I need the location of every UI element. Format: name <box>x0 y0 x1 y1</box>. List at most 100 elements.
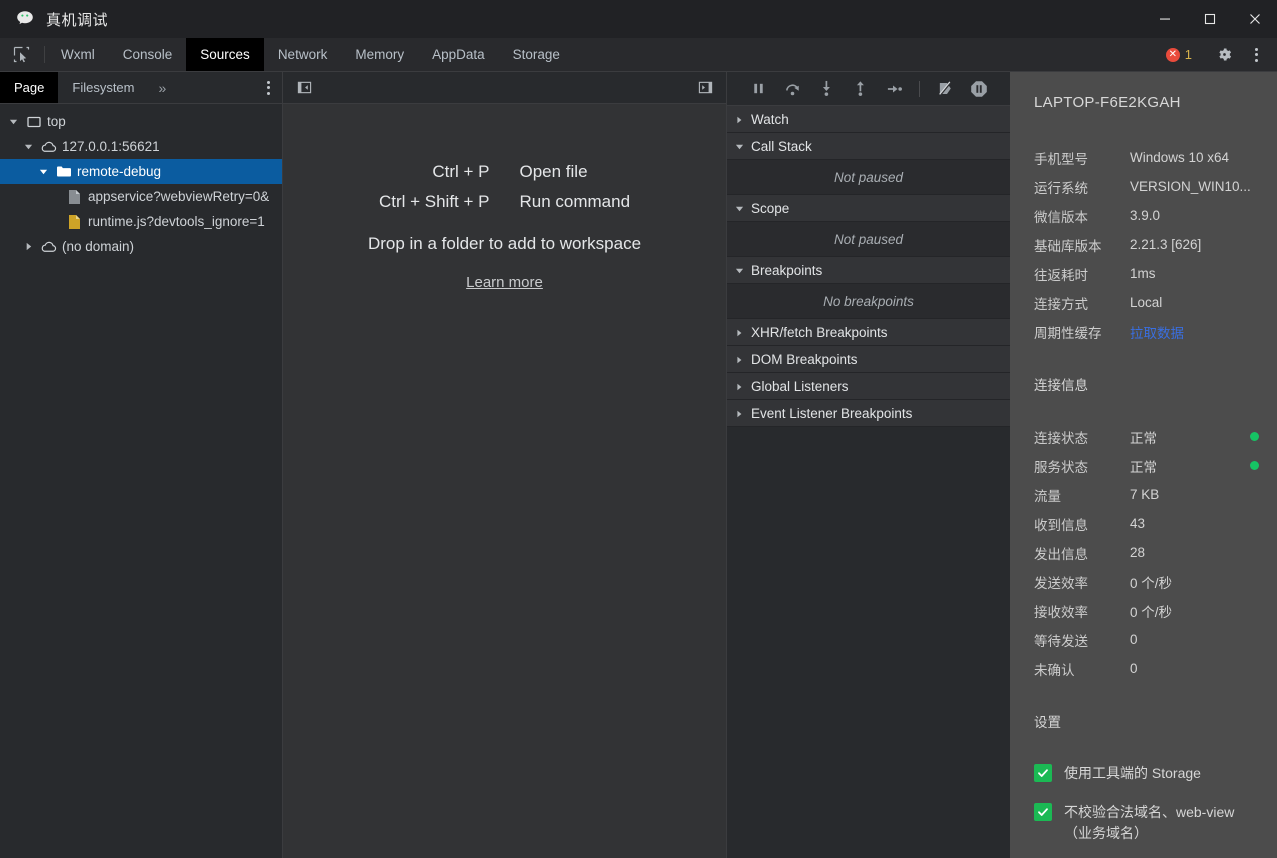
deactivate-breakpoints-icon[interactable] <box>934 78 956 100</box>
fetch-data-link[interactable]: 拉取数据 <box>1130 322 1259 342</box>
tree-node-label: appservice?webviewRetry=0& <box>88 189 270 204</box>
section-xhr-fetch-breakpoints[interactable]: XHR/fetch Breakpoints <box>727 319 1010 346</box>
file-tree: top 127.0.0.1:56621 remote-debug appserv… <box>0 104 282 858</box>
tab-memory[interactable]: Memory <box>341 38 418 71</box>
maximize-button[interactable] <box>1187 0 1232 38</box>
inspect-element-icon[interactable] <box>0 38 42 71</box>
info-key: 服务状态 <box>1034 459 1088 475</box>
section-watch[interactable]: Watch <box>727 106 1010 133</box>
chevron-down-icon[interactable] <box>6 117 20 126</box>
navigator-tabstrip: Page Filesystem » <box>0 72 282 104</box>
tab-sources[interactable]: Sources <box>186 38 264 71</box>
info-key: 手机型号 <box>1034 151 1088 167</box>
info-key: 连接方式 <box>1034 296 1088 312</box>
chevron-down-icon <box>735 201 745 216</box>
info-key: 基础库版本 <box>1034 238 1102 254</box>
tab-console[interactable]: Console <box>109 38 187 71</box>
info-value: 正常 <box>1130 459 1157 475</box>
info-value: VERSION_WIN10... <box>1130 179 1251 194</box>
learn-more-link[interactable]: Learn more <box>466 274 543 291</box>
info-key: 未确认 <box>1034 662 1075 678</box>
step-out-icon[interactable] <box>849 78 871 100</box>
section-breakpoints[interactable]: Breakpoints <box>727 257 1010 284</box>
chevron-down-icon[interactable] <box>36 167 50 176</box>
devtools-tabstrip: Wxml Console Sources Network Memory AppD… <box>0 38 1277 72</box>
shortcut-keys: Ctrl + Shift + P <box>378 192 490 211</box>
tree-node-label: (no domain) <box>62 239 135 254</box>
setting-use-tool-storage[interactable]: 使用工具端的 Storage <box>1010 763 1277 784</box>
info-key: 周期性缓存 <box>1034 325 1102 341</box>
device-info-row: 基础库版本 2.21.3 [626] <box>1010 230 1277 259</box>
tree-node-host[interactable]: 127.0.0.1:56621 <box>0 134 282 159</box>
window-title: 真机调试 <box>46 11 109 29</box>
chevron-right-icon[interactable] <box>21 242 35 251</box>
error-count: 1 <box>1184 47 1192 62</box>
tab-network[interactable]: Network <box>264 38 342 71</box>
pause-icon[interactable] <box>747 78 769 100</box>
info-key: 收到信息 <box>1034 517 1088 533</box>
scope-empty-message: Not paused <box>727 222 1010 257</box>
connection-row: 服务状态 正常 <box>1010 451 1277 480</box>
pause-on-exceptions-icon[interactable] <box>968 78 990 100</box>
section-dom-breakpoints[interactable]: DOM Breakpoints <box>727 346 1010 373</box>
tree-node-top[interactable]: top <box>0 109 282 134</box>
info-value: Windows 10 x64 <box>1130 150 1230 165</box>
checkbox-checked-icon[interactable] <box>1034 803 1052 821</box>
status-indicator-icon <box>1250 461 1259 470</box>
status-indicator-icon <box>1250 432 1259 441</box>
shortcut-action: Run command <box>519 192 631 211</box>
navigator-overflow-button[interactable]: » <box>149 72 177 103</box>
section-title: DOM Breakpoints <box>751 351 858 367</box>
navigator-panel: Page Filesystem » top 127.0.0.1:56621 re… <box>0 72 283 858</box>
step-icon[interactable] <box>883 78 905 100</box>
devtools-toolbar-right: ✕ 1 <box>1158 38 1277 71</box>
gear-icon[interactable] <box>1209 42 1239 68</box>
minimize-button[interactable] <box>1142 0 1187 38</box>
tree-node-label: top <box>47 114 66 129</box>
nav-tab-filesystem[interactable]: Filesystem <box>58 72 148 103</box>
window-title-group: 真机调试 <box>0 8 108 30</box>
tree-node-runtime-js[interactable]: runtime.js?devtools_ignore=1 <box>0 209 282 234</box>
info-value: Local <box>1130 295 1163 310</box>
nav-tab-page[interactable]: Page <box>0 72 59 103</box>
connection-row: 未确认 0 <box>1010 654 1277 683</box>
info-key: 连接状态 <box>1034 430 1088 446</box>
info-value: 0 <box>1130 661 1138 676</box>
section-event-listener-breakpoints[interactable]: Event Listener Breakpoints <box>727 400 1010 427</box>
close-button[interactable] <box>1232 0 1277 38</box>
tree-node-remote-debug[interactable]: remote-debug <box>0 159 282 184</box>
tab-wxml[interactable]: Wxml <box>47 38 109 71</box>
tree-node-appservice[interactable]: appservice?webviewRetry=0& <box>0 184 282 209</box>
more-vertical-icon[interactable] <box>1241 42 1271 68</box>
section-call-stack[interactable]: Call Stack <box>727 133 1010 160</box>
setting-skip-domain-check[interactable]: 不校验合法域名、web-view（业务域名） <box>1010 802 1277 844</box>
wechat-logo-icon <box>14 8 36 30</box>
setting-label: 使用工具端的 Storage <box>1064 765 1201 781</box>
tree-node-label: 127.0.0.1:56621 <box>62 139 160 154</box>
debugger-toolbar-divider <box>919 80 920 97</box>
chevron-down-icon <box>735 263 745 278</box>
error-badge[interactable]: ✕ 1 <box>1158 47 1200 62</box>
debugger-sidebar: Watch Call Stack Not paused Scope Not pa… <box>726 72 1010 858</box>
section-scope[interactable]: Scope <box>727 195 1010 222</box>
navigator-menu-icon[interactable] <box>254 72 282 103</box>
step-into-icon[interactable] <box>815 78 837 100</box>
section-global-listeners[interactable]: Global Listeners <box>727 373 1010 400</box>
shortcut-action: Open file <box>519 162 588 181</box>
connection-info-title: 连接信息 <box>1034 378 1088 393</box>
tab-storage[interactable]: Storage <box>499 38 574 71</box>
device-info-row: 往返耗时 1ms <box>1010 259 1277 288</box>
step-over-icon[interactable] <box>781 78 803 100</box>
section-title: Scope <box>751 200 790 216</box>
settings-list: 使用工具端的 Storage 不校验合法域名、web-view（业务域名） 节点… <box>1010 745 1277 858</box>
info-key: 运行系统 <box>1034 180 1088 196</box>
collapse-navigator-icon[interactable] <box>289 75 319 101</box>
checkbox-checked-icon[interactable] <box>1034 764 1052 782</box>
device-name: LAPTOP-F6E2KGAH <box>1034 94 1181 111</box>
device-info-row: 手机型号 Windows 10 x64 <box>1010 143 1277 172</box>
tree-node-no-domain[interactable]: (no domain) <box>0 234 282 259</box>
info-value: 43 <box>1130 516 1146 531</box>
chevron-down-icon[interactable] <box>21 142 35 151</box>
tab-appdata[interactable]: AppData <box>418 38 499 71</box>
show-navigator-icon[interactable] <box>690 75 720 101</box>
